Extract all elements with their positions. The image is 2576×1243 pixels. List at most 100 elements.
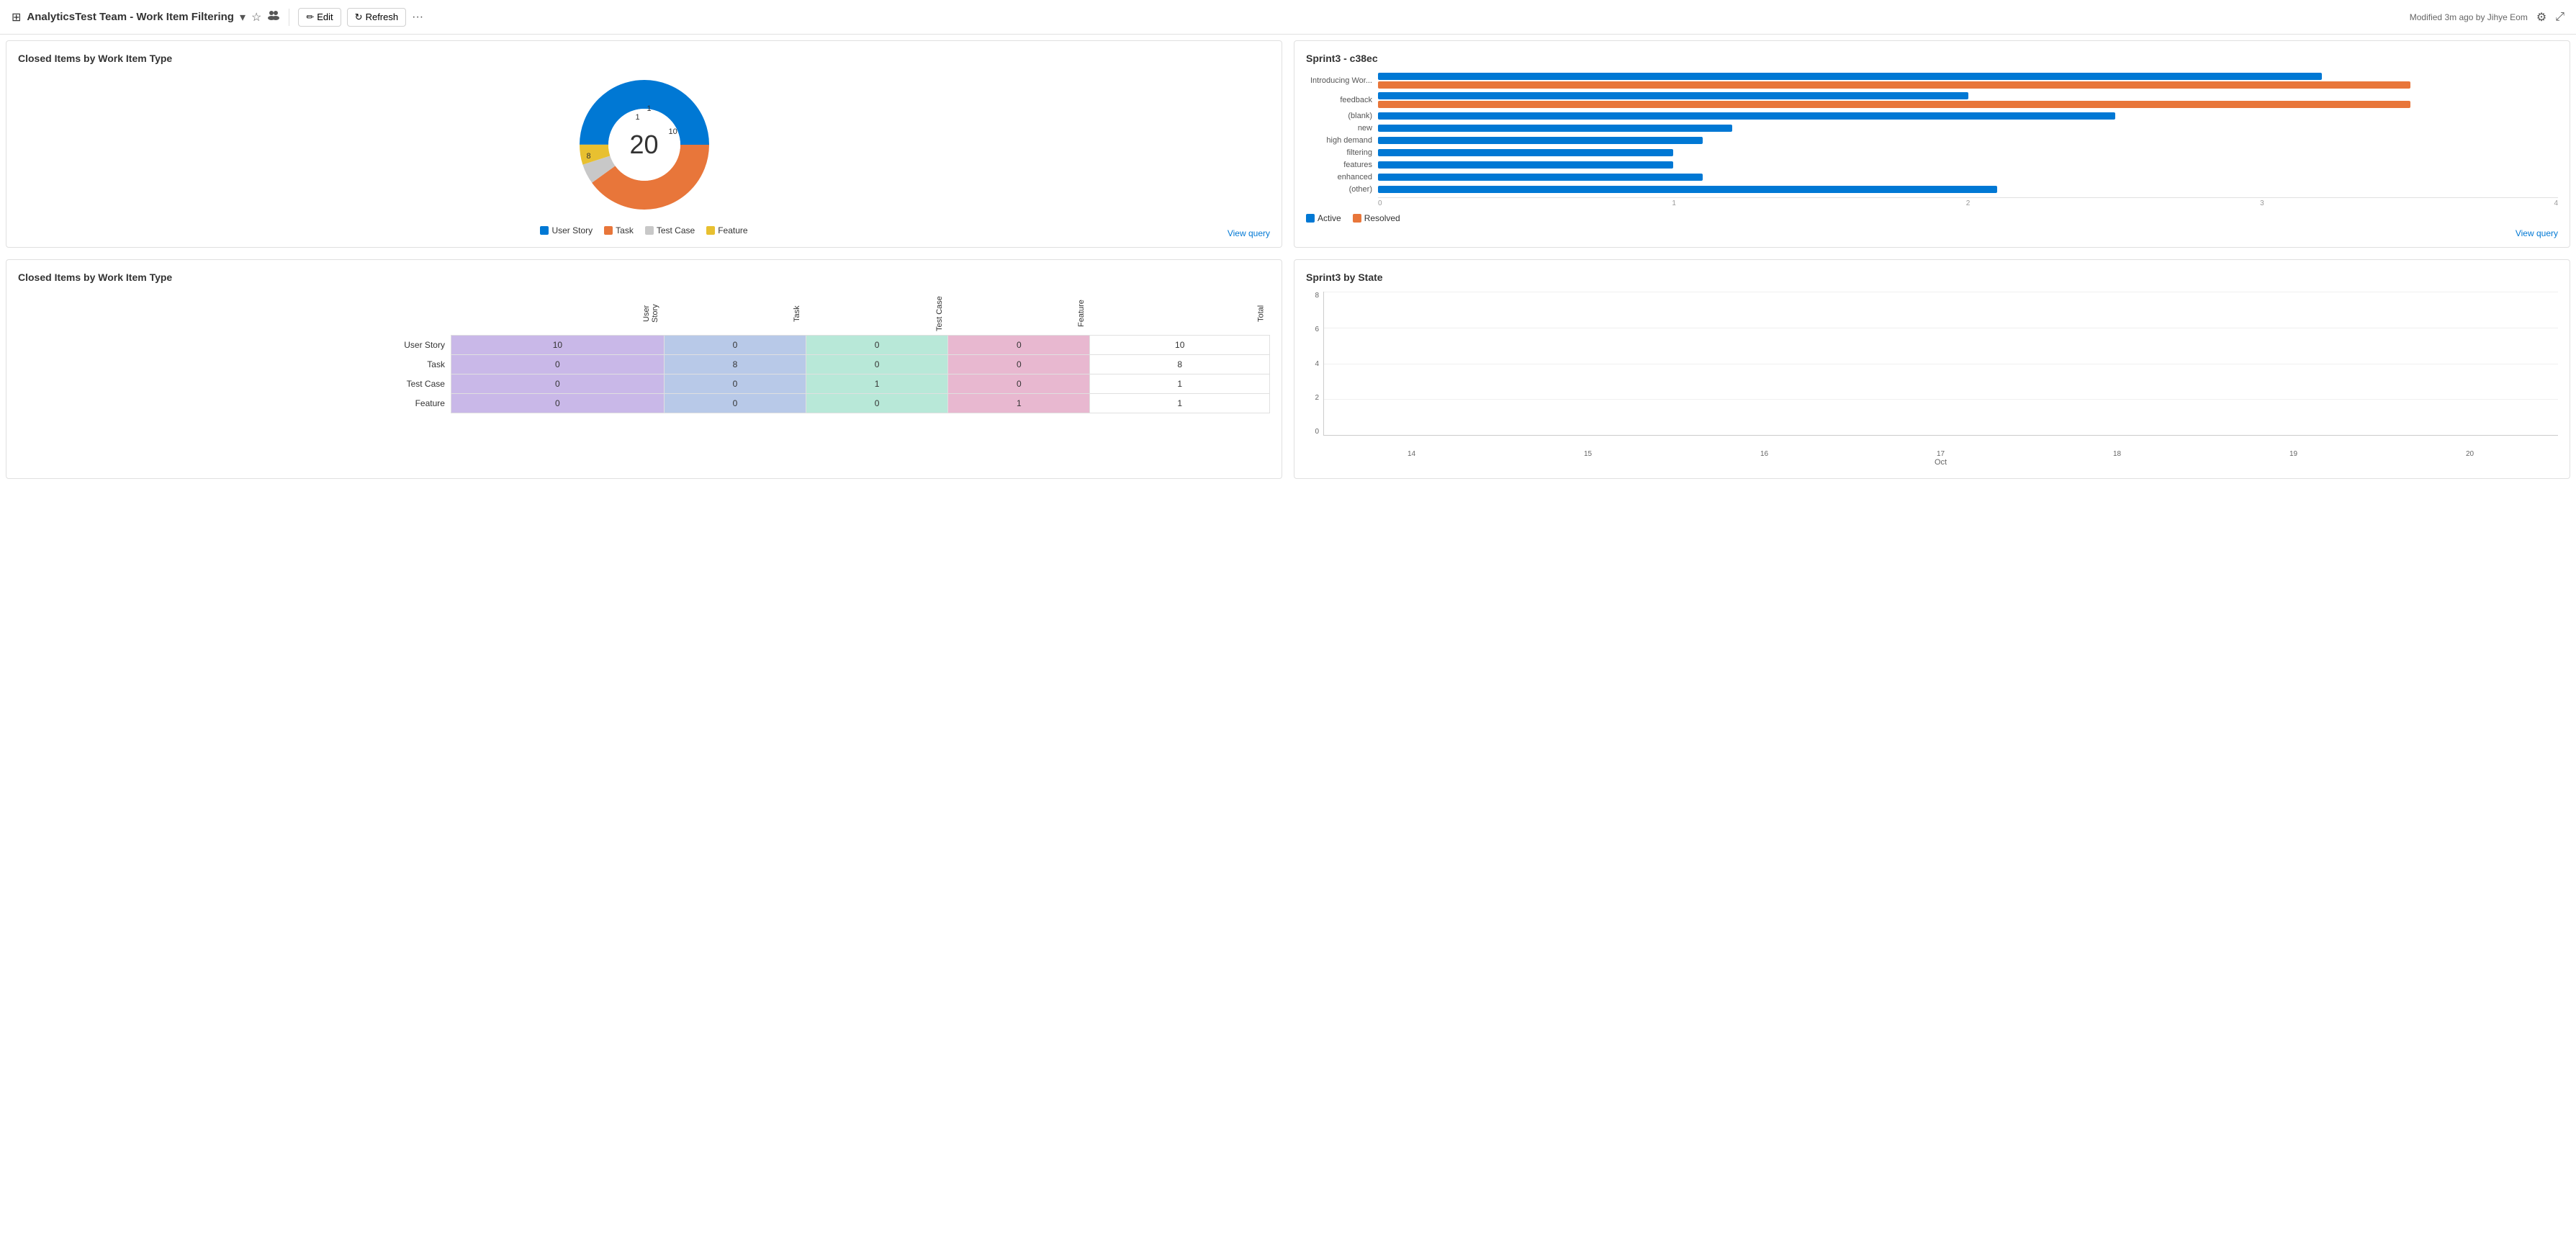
- x-label-14: 14: [1408, 450, 1415, 458]
- hbar-resolved-1: [1378, 101, 2410, 108]
- sprint-bar-title: Sprint3 - c38ec: [1306, 53, 2558, 64]
- settings-icon[interactable]: ⚙: [2536, 10, 2546, 24]
- more-icon[interactable]: ···: [412, 11, 423, 24]
- legend-label-feature: Feature: [718, 225, 747, 235]
- table-row: Test Case 0 0 1 0 1: [18, 374, 1270, 393]
- hbar-active-4: [1378, 137, 1703, 144]
- donut-container: 20 10 8 1 1 User Story Task Test Case: [18, 73, 1270, 235]
- table-row: User Story 10 0 0 0 10: [18, 335, 1270, 354]
- y-label-4: 4: [1315, 360, 1319, 368]
- y-axis: 0 2 4 6 8: [1306, 292, 1323, 450]
- table-row: Feature 0 0 0 1 1: [18, 393, 1270, 413]
- legend-feature: Feature: [706, 225, 747, 235]
- legend-label-resolved: Resolved: [1364, 213, 1400, 223]
- hbar-bars-1: [1378, 92, 2558, 108]
- donut-chart: 20 10 8 1 1: [572, 73, 716, 217]
- x-label-15: 15: [1584, 450, 1592, 458]
- hbar-label-5: filtering: [1306, 148, 1378, 157]
- x-axis-month: Oct: [1323, 458, 2558, 467]
- page-title: AnalyticsTest Team - Work Item Filtering: [27, 11, 234, 23]
- hbar-row-filtering: filtering: [1306, 148, 2558, 157]
- donut-total: 20: [629, 130, 658, 160]
- expand-icon[interactable]: ⤢: [2555, 11, 2564, 24]
- grid-icon: ⊞: [12, 10, 21, 24]
- cell-us-task: 0: [664, 335, 806, 354]
- hbar-chart: Introducing Wor... feedback (blank): [1306, 73, 2558, 223]
- hbar-bars-0: [1378, 73, 2558, 89]
- topbar-left: ⊞ AnalyticsTest Team - Work Item Filteri…: [12, 8, 2404, 27]
- donut-card: Closed Items by Work Item Type 20 10 8 1: [6, 40, 1282, 248]
- table-title: Closed Items by Work Item Type: [18, 272, 1270, 283]
- donut-view-query[interactable]: View query: [1228, 228, 1270, 238]
- x-axis: 14 15 16 17 18 19 20: [1323, 450, 2558, 458]
- hbar-bars-3: [1378, 125, 2558, 132]
- legend-label-test-case: Test Case: [657, 225, 695, 235]
- edit-button[interactable]: ✏ Edit: [298, 8, 341, 27]
- col-header-task: Task: [664, 292, 806, 335]
- hbar-active-5: [1378, 149, 1673, 156]
- cell-tc-feature: 0: [948, 374, 1090, 393]
- row-label-task: Task: [18, 354, 451, 374]
- cell-us-feature: 0: [948, 335, 1090, 354]
- table-row: Task 0 8 0 0 8: [18, 354, 1270, 374]
- chevron-down-icon[interactable]: ▾: [240, 10, 246, 24]
- star-icon[interactable]: ☆: [251, 10, 261, 24]
- hbar-row-blank: (blank): [1306, 112, 2558, 120]
- x-label-20: 20: [2466, 450, 2474, 458]
- hbar-bars-2: [1378, 112, 2558, 120]
- legend-dot-feature: [706, 226, 715, 235]
- cell-feature-task: 0: [664, 393, 806, 413]
- hbar-label-7: enhanced: [1306, 173, 1378, 181]
- col-header-total: Total: [1090, 292, 1270, 335]
- cell-task-total: 8: [1090, 354, 1270, 374]
- x-label-19: 19: [2289, 450, 2297, 458]
- cell-feature-total: 1: [1090, 393, 1270, 413]
- axis-4: 4: [2554, 199, 2558, 207]
- segment-label-1b: 1: [647, 104, 652, 113]
- axis-0: 0: [1378, 199, 1382, 207]
- people-icon[interactable]: [267, 10, 280, 24]
- hbar-row-features: features: [1306, 161, 2558, 169]
- row-label-test-case: Test Case: [18, 374, 451, 393]
- legend-task: Task: [604, 225, 634, 235]
- hbar-active-2: [1378, 112, 2115, 120]
- cell-us-tc: 0: [806, 335, 948, 354]
- modified-text: Modified 3m ago by Jihye Eom: [2410, 12, 2528, 22]
- cell-task-feature: 0: [948, 354, 1090, 374]
- refresh-button[interactable]: ↻ Refresh: [347, 8, 406, 27]
- row-label-feature: Feature: [18, 393, 451, 413]
- hbar-active-1: [1378, 92, 1968, 99]
- col-header-test-case: Test Case: [806, 292, 948, 335]
- y-label-6: 6: [1315, 326, 1319, 333]
- cell-tc-tc: 1: [806, 374, 948, 393]
- hbar-active-6: [1378, 161, 1673, 169]
- legend-label-task: Task: [616, 225, 634, 235]
- stacked-chart-area: 0 2 4 6 8: [1306, 292, 2558, 450]
- hbar-label-4: high demand: [1306, 136, 1378, 145]
- hbar-label-0: Introducing Wor...: [1306, 76, 1378, 85]
- donut-title: Closed Items by Work Item Type: [18, 53, 1270, 64]
- hbar-bars-6: [1378, 161, 2558, 169]
- x-label-17: 17: [1937, 450, 1945, 458]
- cell-us-us: 10: [451, 335, 664, 354]
- hbar-label-6: features: [1306, 161, 1378, 169]
- y-label-0: 0: [1315, 428, 1319, 436]
- legend-active: Active: [1306, 213, 1341, 223]
- legend-label-active: Active: [1318, 213, 1341, 223]
- hbar-legend: Active Resolved: [1306, 213, 2558, 223]
- hbar-row-new: new: [1306, 124, 2558, 133]
- legend-user-story: User Story: [540, 225, 593, 235]
- hbar-bars-7: [1378, 174, 2558, 181]
- stacked-card: Sprint3 by State 0 2 4 6 8: [1294, 259, 2570, 479]
- hbar-row-other: (other): [1306, 185, 2558, 194]
- hbar-active-0: [1378, 73, 2322, 80]
- hbar-bars-8: [1378, 186, 2558, 193]
- legend-label-user-story: User Story: [551, 225, 593, 235]
- main-grid: Closed Items by Work Item Type 20 10 8 1: [0, 35, 2576, 485]
- hbar-active-7: [1378, 174, 1703, 181]
- axis-2: 2: [1966, 199, 1971, 207]
- sprint-view-query[interactable]: View query: [2516, 228, 2558, 238]
- hbar-label-2: (blank): [1306, 112, 1378, 120]
- sprint-bar-card: Sprint3 - c38ec Introducing Wor... feedb…: [1294, 40, 2570, 248]
- donut-legend: User Story Task Test Case Feature: [540, 225, 747, 235]
